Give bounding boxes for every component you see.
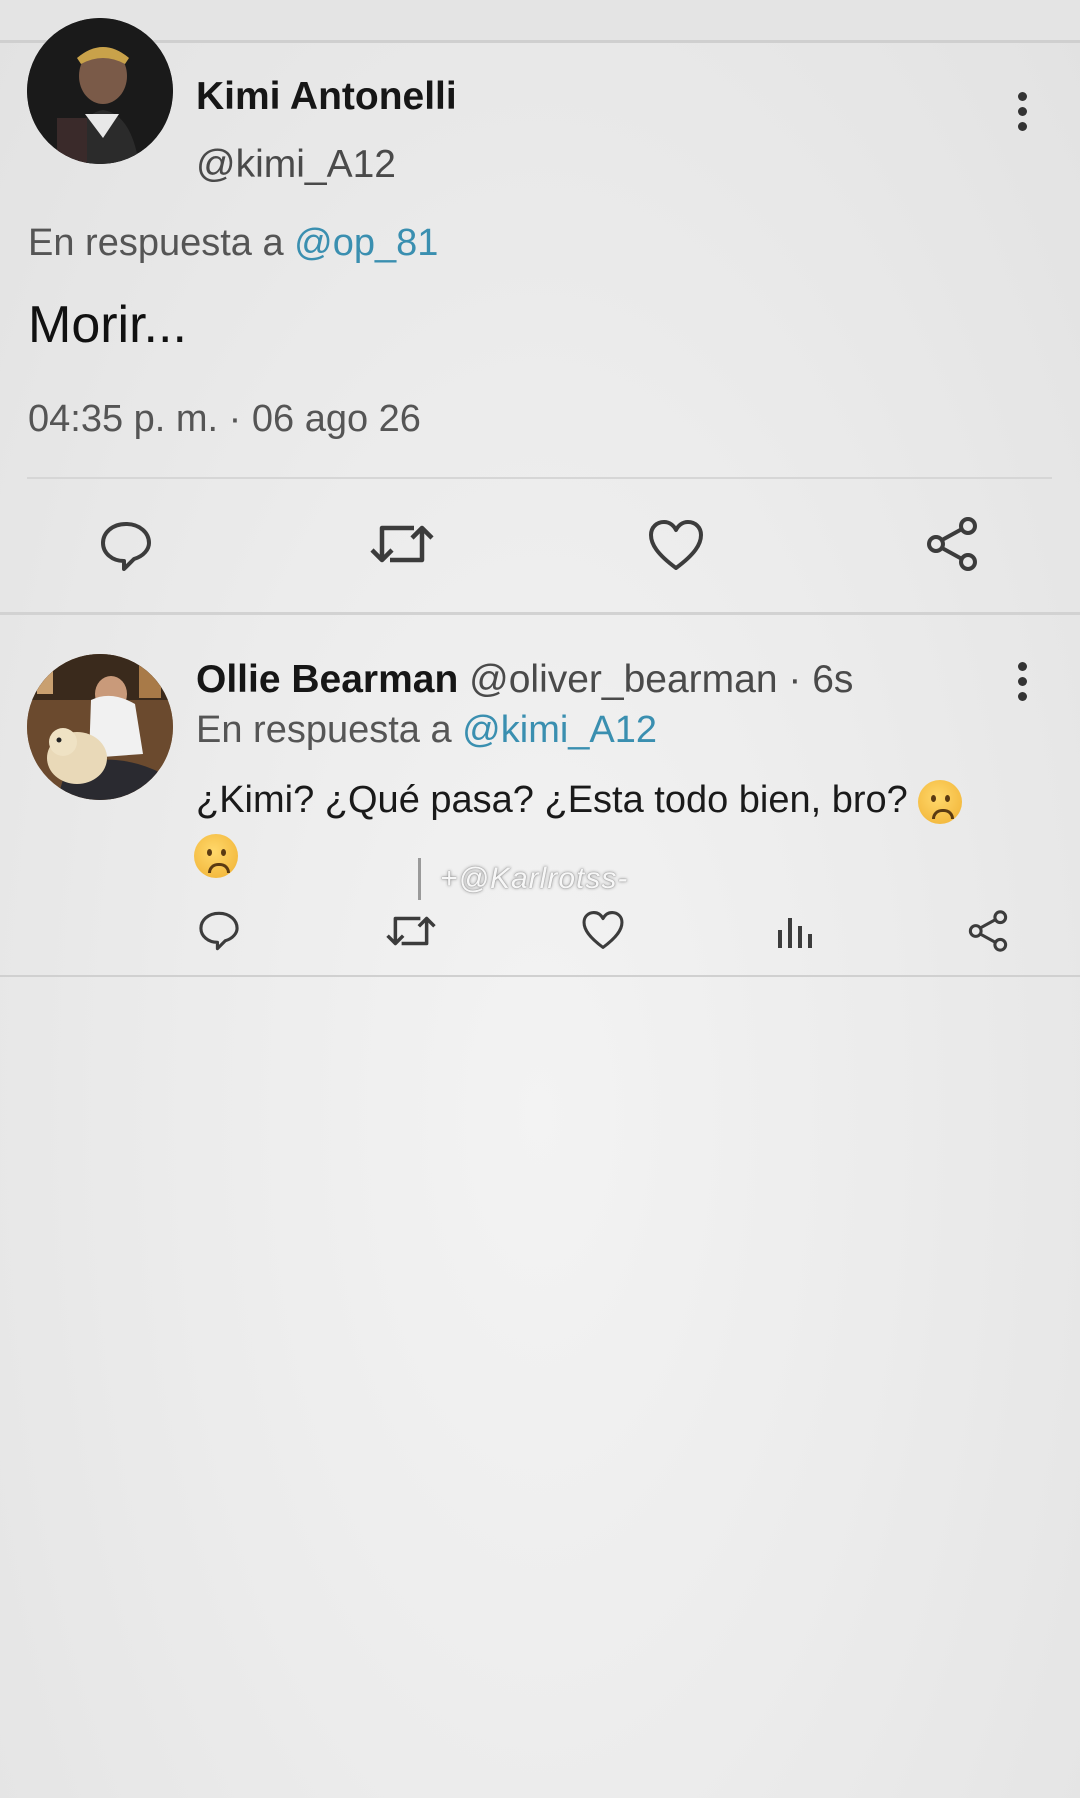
reply-context: En respuesta a @kimi_A12: [196, 709, 657, 752]
tweet-timestamp: 04:35 p. m. · 06 ago 26: [28, 398, 421, 440]
reply-author-line: Ollie Bearman @oliver_bearman · 6s: [196, 658, 853, 702]
section-divider: [0, 612, 1080, 615]
reply-author-name[interactable]: Ollie Bearman: [196, 658, 458, 701]
worried-face-emoji: [194, 833, 238, 878]
tweet-text: Morir...: [28, 296, 187, 354]
more-vertical-icon[interactable]: [1016, 92, 1028, 137]
section-divider: [0, 975, 1080, 977]
watermark-bar: [418, 858, 421, 900]
share-icon[interactable]: [922, 514, 982, 574]
comment-icon[interactable]: [197, 907, 241, 951]
heart-icon[interactable]: [581, 909, 625, 951]
author-name[interactable]: Kimi Antonelli: [196, 75, 457, 119]
retweet-icon[interactable]: [370, 516, 434, 572]
top-bar: [0, 0, 1080, 43]
comment-icon[interactable]: [98, 516, 154, 572]
worried-face-emoji: [918, 779, 963, 824]
reply-prefix: En respuesta a: [196, 709, 452, 751]
avatar-ollie[interactable]: [27, 654, 173, 800]
reply-time-ago: · 6s: [788, 658, 854, 701]
retweet-icon[interactable]: [386, 909, 436, 953]
heart-icon[interactable]: [647, 518, 705, 572]
reply-mention-link[interactable]: @op_81: [294, 222, 438, 264]
reply-mention-link[interactable]: @kimi_A12: [462, 709, 657, 751]
author-handle[interactable]: @kimi_A12: [196, 143, 396, 187]
divider: [27, 477, 1052, 479]
stats-icon[interactable]: [774, 910, 816, 952]
watermark-text: +@Karlrotss-: [440, 862, 629, 895]
reply-context: En respuesta a @op_81: [28, 222, 438, 265]
share-icon[interactable]: [965, 908, 1011, 954]
more-vertical-icon[interactable]: [1016, 662, 1028, 707]
reply-prefix: En respuesta a: [28, 222, 284, 264]
reply-author-handle[interactable]: @oliver_bearman: [469, 658, 777, 701]
reply-text: ¿Kimi? ¿Qué pasa? ¿Esta todo bien, bro?: [196, 779, 908, 821]
avatar-kimi[interactable]: [27, 18, 173, 164]
